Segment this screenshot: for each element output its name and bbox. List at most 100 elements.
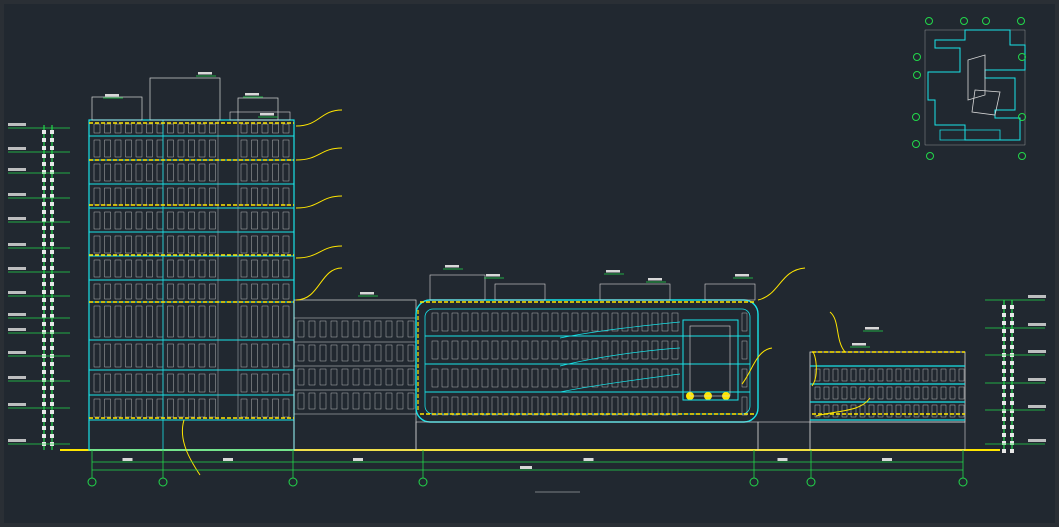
- level-tick: [1002, 377, 1006, 381]
- level-label: [8, 193, 26, 196]
- level-tick: [50, 186, 54, 190]
- level-label: [8, 168, 26, 171]
- dimension-label: [520, 466, 532, 469]
- level-tick: [42, 178, 46, 182]
- level-tag: [486, 274, 500, 277]
- level-tick: [42, 314, 46, 318]
- level-tick: [1010, 329, 1014, 333]
- level-tick: [50, 434, 54, 438]
- level-tick: [42, 202, 46, 206]
- level-tick: [50, 154, 54, 158]
- elevation-drawing: [0, 0, 1059, 527]
- level-tick: [50, 130, 54, 134]
- level-label: [8, 328, 26, 331]
- level-tick: [1010, 377, 1014, 381]
- level-tick: [1010, 385, 1014, 389]
- level-tick: [1010, 425, 1014, 429]
- dimension-label: [583, 458, 594, 461]
- level-tick: [1010, 337, 1014, 341]
- level-tick: [50, 202, 54, 206]
- level-tick: [1002, 393, 1006, 397]
- level-tick: [50, 282, 54, 286]
- level-tick: [42, 322, 46, 326]
- level-tick: [50, 314, 54, 318]
- level-tick: [42, 186, 46, 190]
- level-label: [8, 123, 26, 126]
- level-tick: [1002, 305, 1006, 309]
- level-tick: [50, 370, 54, 374]
- level-label: [8, 267, 26, 270]
- level-tick: [42, 266, 46, 270]
- level-tick: [50, 258, 54, 262]
- level-label: [1028, 439, 1046, 442]
- level-tick: [1002, 425, 1006, 429]
- level-tick: [50, 274, 54, 278]
- level-label: [8, 313, 26, 316]
- level-tick: [50, 362, 54, 366]
- level-tick: [42, 410, 46, 414]
- level-tick: [1002, 321, 1006, 325]
- level-tick: [42, 218, 46, 222]
- level-tick: [1002, 385, 1006, 389]
- level-tick: [42, 154, 46, 158]
- level-tick: [1002, 361, 1006, 365]
- level-tick: [50, 194, 54, 198]
- level-tick: [1010, 417, 1014, 421]
- level-label: [8, 217, 26, 220]
- level-tick: [50, 298, 54, 302]
- level-tick: [42, 346, 46, 350]
- level-tick: [42, 306, 46, 310]
- level-tick: [1010, 305, 1014, 309]
- level-tick: [50, 234, 54, 238]
- dimension-label: [882, 458, 892, 461]
- level-tick: [1010, 321, 1014, 325]
- level-tick: [42, 370, 46, 374]
- level-tick: [42, 162, 46, 166]
- level-tag: [105, 94, 119, 97]
- level-tag: [735, 274, 749, 277]
- level-tick: [1002, 449, 1006, 453]
- level-tick: [42, 130, 46, 134]
- level-tag: [648, 278, 662, 281]
- level-tick: [42, 210, 46, 214]
- level-tag: [198, 72, 212, 75]
- level-tick: [1002, 401, 1006, 405]
- level-tick: [42, 250, 46, 254]
- level-tick: [1002, 329, 1006, 333]
- level-label: [8, 291, 26, 294]
- level-tick: [1002, 345, 1006, 349]
- level-label: [1028, 378, 1046, 381]
- level-tick: [42, 338, 46, 342]
- level-tick: [50, 178, 54, 182]
- level-tick: [1002, 417, 1006, 421]
- level-tick: [42, 138, 46, 142]
- background: [4, 4, 1055, 523]
- level-tag: [606, 270, 620, 273]
- level-tick: [50, 402, 54, 406]
- level-tick: [50, 290, 54, 294]
- level-tick: [50, 226, 54, 230]
- level-tick: [50, 242, 54, 246]
- level-tick: [1010, 345, 1014, 349]
- level-label: [1028, 350, 1046, 353]
- level-label: [8, 439, 26, 442]
- level-tick: [50, 386, 54, 390]
- level-label: [1028, 323, 1046, 326]
- level-tick: [42, 402, 46, 406]
- level-label: [8, 351, 26, 354]
- cad-canvas[interactable]: [0, 0, 1059, 527]
- level-tick: [42, 394, 46, 398]
- level-tick: [42, 362, 46, 366]
- level-tick: [50, 146, 54, 150]
- level-tick: [50, 338, 54, 342]
- level-tick: [50, 346, 54, 350]
- level-tick: [42, 434, 46, 438]
- level-tick: [42, 426, 46, 430]
- level-tick: [50, 250, 54, 254]
- level-tick: [50, 266, 54, 270]
- level-tick: [50, 138, 54, 142]
- level-label: [8, 243, 26, 246]
- level-tick: [50, 218, 54, 222]
- level-label: [8, 147, 26, 150]
- level-tick: [1010, 361, 1014, 365]
